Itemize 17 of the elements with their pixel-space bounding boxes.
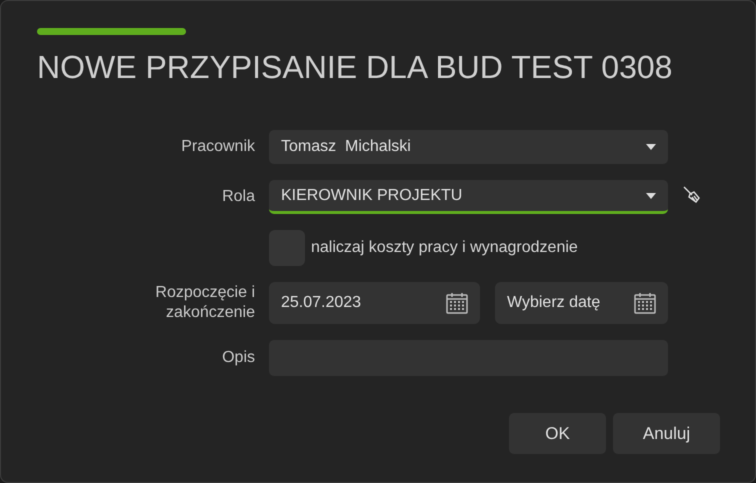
date-field[interactable]: 25.07.2023	[269, 282, 480, 324]
field-label: Pracownik	[181, 137, 255, 157]
cancel-button[interactable]: Anuluj	[613, 413, 720, 454]
dropdown[interactable]: KIEROWNIK PROJEKTU	[269, 180, 668, 214]
date-field[interactable]: Wybierz datę	[495, 282, 668, 324]
field-label: Rozpoczęcie i zakończenie	[154, 283, 255, 323]
dropdown[interactable]: Tomasz Michalski	[269, 130, 668, 164]
field-label: Rola	[222, 187, 255, 207]
caret-icon	[646, 144, 656, 150]
broom-icon[interactable]	[682, 184, 702, 204]
field-label: Opis	[222, 348, 255, 368]
ok-button[interactable]: OK	[509, 413, 606, 454]
calendar-icon[interactable]	[445, 291, 469, 315]
checkbox-label: naliczaj koszty pracy i wynagrodzenie	[311, 239, 578, 257]
caret-icon	[646, 192, 656, 198]
calendar-icon[interactable]	[633, 291, 657, 315]
dialog-title: NOWE PRZYPISANIE DLA BUD TEST 0308	[37, 48, 674, 87]
